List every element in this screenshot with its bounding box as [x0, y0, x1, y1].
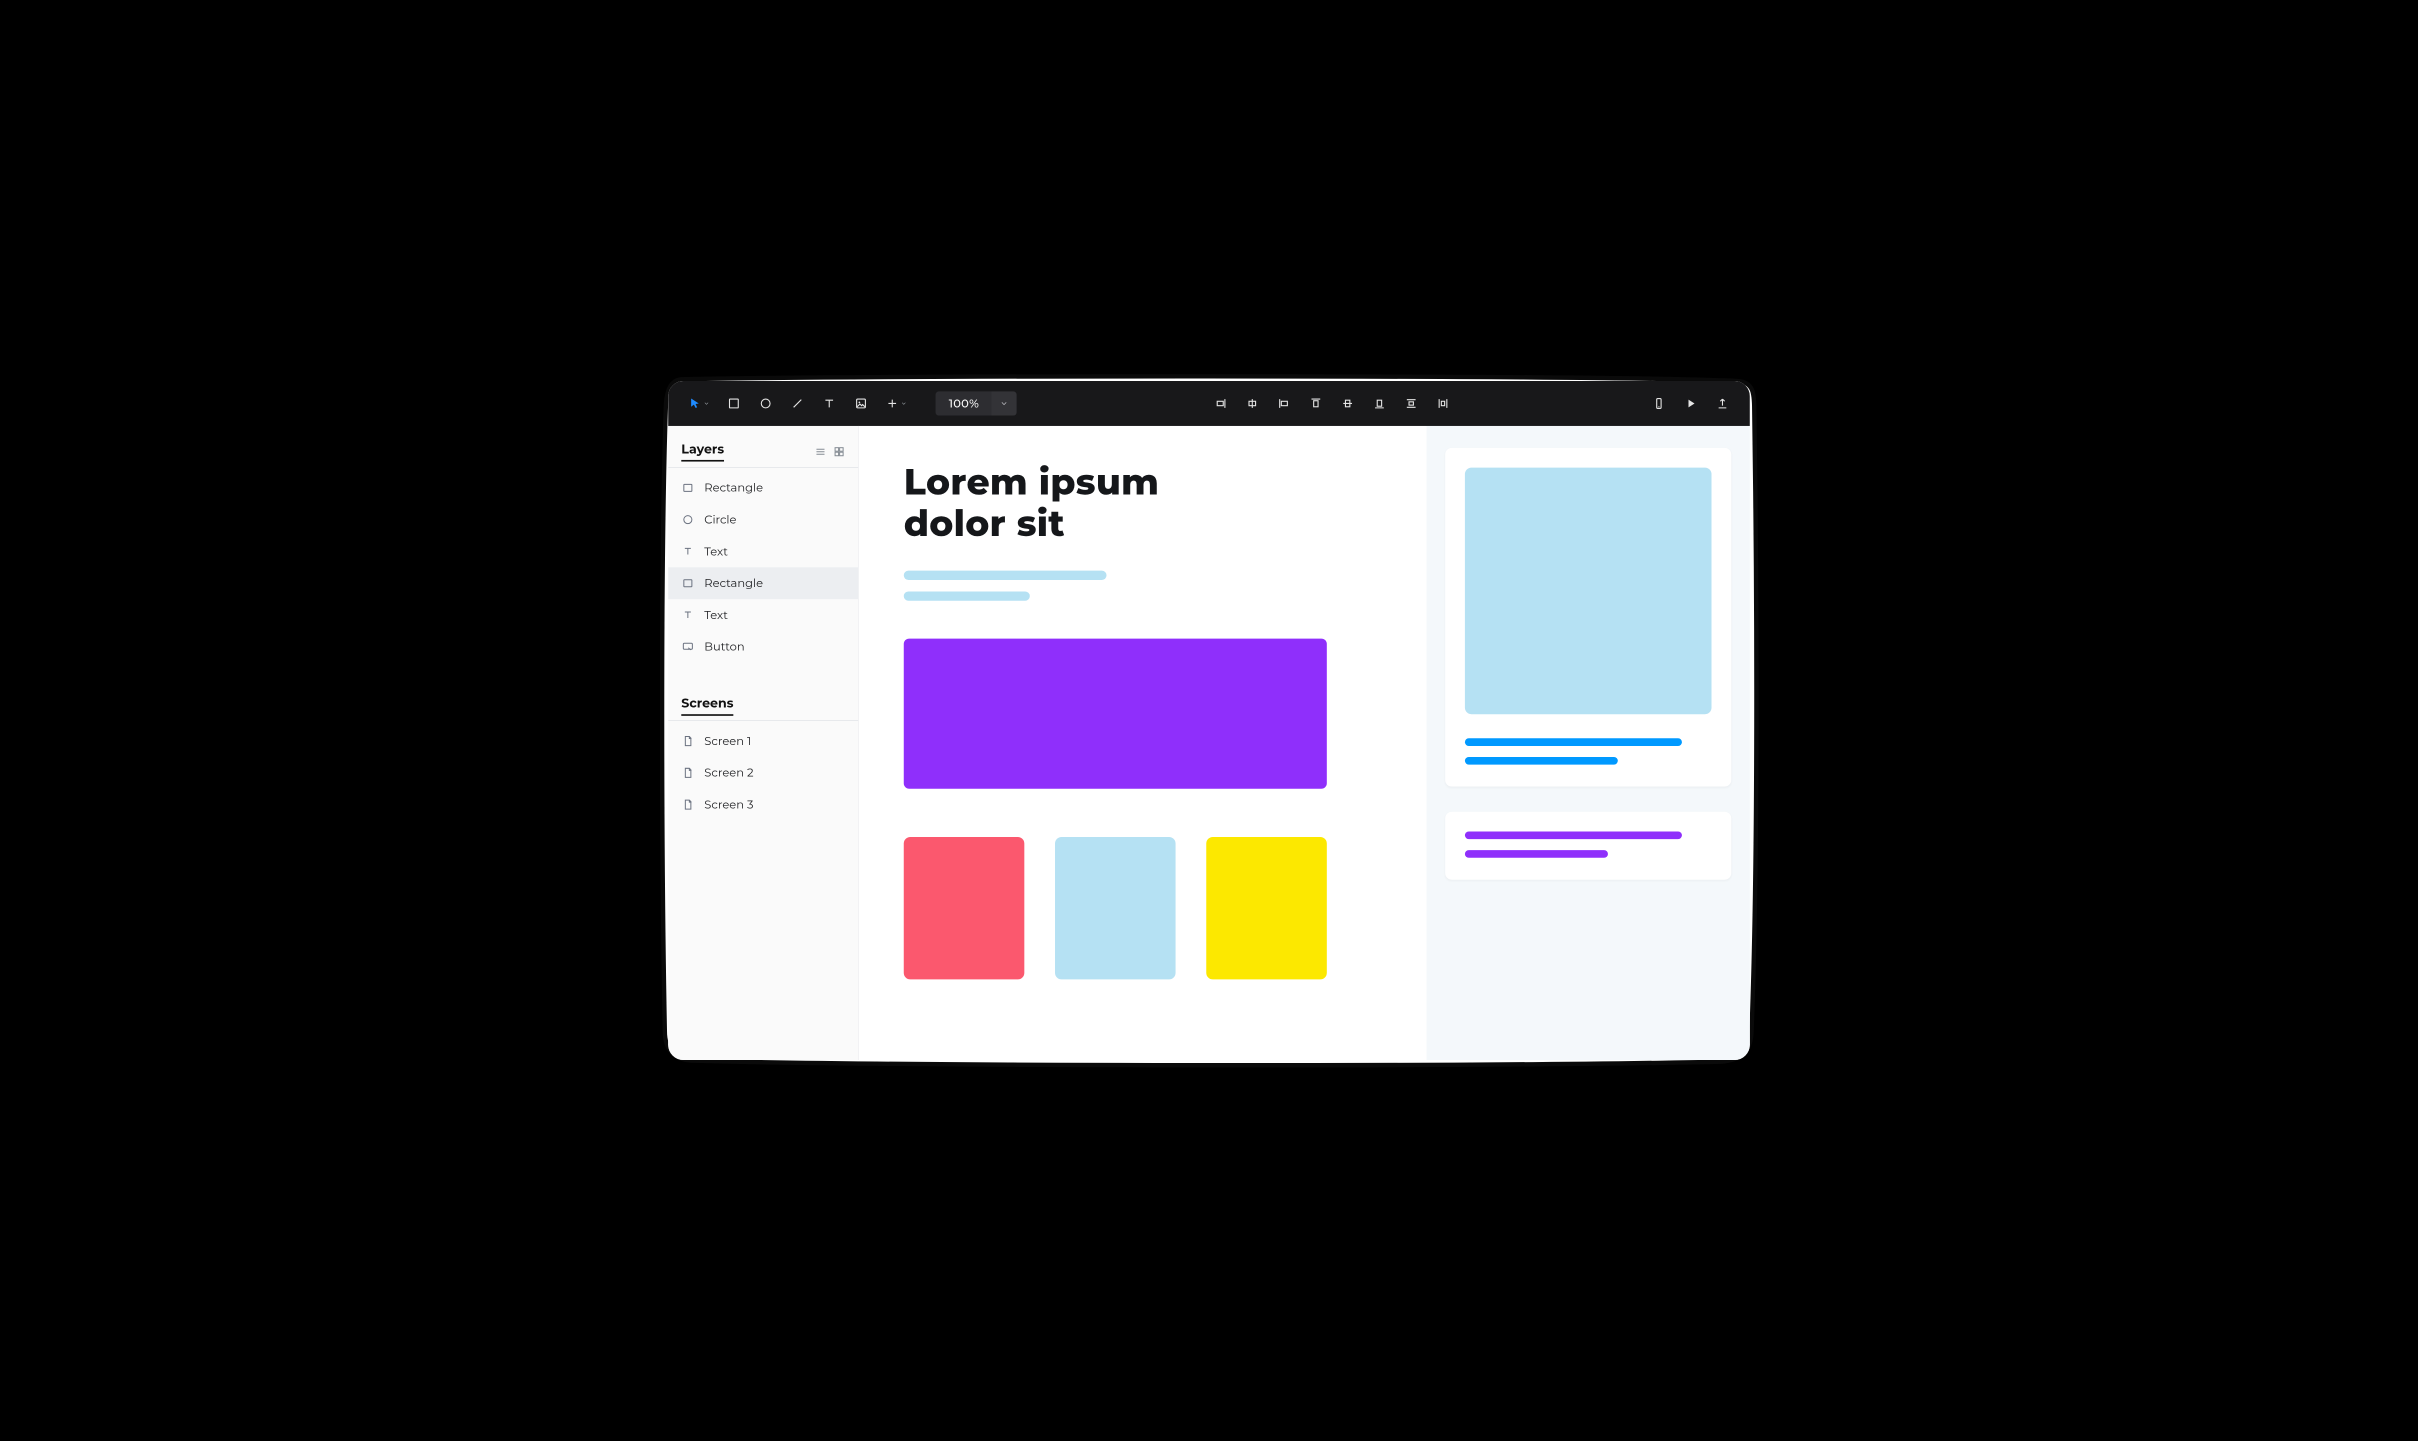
design-canvas[interactable]: Lorem ipsum dolor sit: [859, 426, 1427, 1060]
grid-view-icon[interactable]: [833, 445, 845, 457]
screen-item-label: Screen 1: [704, 734, 751, 748]
layer-item-label: Text: [704, 608, 728, 622]
text-icon: [681, 545, 694, 558]
layers-panel-title: Layers: [681, 441, 724, 461]
circle-icon: [681, 513, 694, 526]
layer-item-label: Text: [704, 545, 728, 559]
placeholder-line[interactable]: [904, 591, 1030, 600]
placeholder-line: [1465, 757, 1618, 765]
placeholder-line: [1465, 738, 1682, 746]
distribute-horizontal-button[interactable]: [1431, 391, 1455, 415]
tile-yellow[interactable]: [1206, 837, 1327, 979]
export-button[interactable]: [1710, 391, 1734, 415]
align-top-button[interactable]: [1304, 391, 1328, 415]
align-right-button[interactable]: [1208, 391, 1232, 415]
screen-item-label: Screen 2: [704, 766, 753, 780]
button-icon: [681, 640, 694, 653]
screen-item[interactable]: Screen 2: [668, 757, 858, 789]
layer-item-label: Circle: [704, 513, 736, 527]
align-vcenter-button[interactable]: [1335, 391, 1359, 415]
tool-rectangle[interactable]: [722, 391, 746, 415]
layer-item[interactable]: Text: [668, 599, 858, 631]
align-bottom-button[interactable]: [1367, 391, 1391, 415]
placeholder-line: [1465, 831, 1682, 839]
layer-item[interactable]: Text: [668, 536, 858, 568]
preview-card[interactable]: [1445, 812, 1731, 880]
play-button[interactable]: [1679, 391, 1703, 415]
layer-item-label: Rectangle: [704, 481, 763, 495]
screen-item[interactable]: Screen 3: [668, 789, 858, 821]
page-icon: [681, 766, 694, 779]
page-icon: [681, 798, 694, 811]
layer-item[interactable]: Circle: [668, 504, 858, 536]
placeholder-line[interactable]: [904, 571, 1107, 580]
tool-add[interactable]: [881, 391, 912, 415]
align-hcenter-button[interactable]: [1240, 391, 1264, 415]
canvas-headline[interactable]: Lorem ipsum dolor sit: [904, 461, 1233, 544]
tool-pointer[interactable]: [683, 391, 714, 415]
list-view-icon[interactable]: [814, 445, 826, 457]
layer-item[interactable]: Rectangle: [668, 567, 858, 599]
right-panel: [1427, 426, 1750, 1060]
layer-item[interactable]: Rectangle: [668, 472, 858, 504]
layer-item[interactable]: Button: [668, 631, 858, 663]
preview-card[interactable]: [1445, 448, 1731, 787]
zoom-caret-icon[interactable]: [991, 391, 1016, 415]
zoom-value: 100%: [936, 397, 992, 411]
tool-line[interactable]: [785, 391, 809, 415]
align-left-button[interactable]: [1272, 391, 1296, 415]
zoom-control[interactable]: 100%: [936, 391, 1017, 415]
device-button[interactable]: [1647, 391, 1671, 415]
hero-rectangle[interactable]: [904, 639, 1327, 789]
tool-text[interactable]: [817, 391, 841, 415]
text-icon: [681, 608, 694, 621]
tile-blue[interactable]: [1055, 837, 1176, 979]
tile-red[interactable]: [904, 837, 1025, 979]
sidebar: Layers Rectangle Circle Text Rectangle Text B…: [668, 426, 859, 1060]
screen-item-label: Screen 3: [704, 798, 753, 812]
screens-panel-title: Screens: [681, 696, 733, 716]
tool-image[interactable]: [849, 391, 873, 415]
page-icon: [681, 734, 694, 747]
layer-item-label: Button: [704, 640, 744, 654]
screen-item[interactable]: Screen 1: [668, 725, 858, 757]
preview-image-placeholder: [1465, 468, 1712, 715]
tool-ellipse[interactable]: [754, 391, 778, 415]
rectangle-icon: [681, 577, 694, 590]
layer-item-label: Rectangle: [704, 576, 763, 590]
distribute-vertical-button[interactable]: [1399, 391, 1423, 415]
rectangle-icon: [681, 481, 694, 494]
toolbar: 100%: [668, 381, 1750, 426]
placeholder-line: [1465, 850, 1608, 858]
